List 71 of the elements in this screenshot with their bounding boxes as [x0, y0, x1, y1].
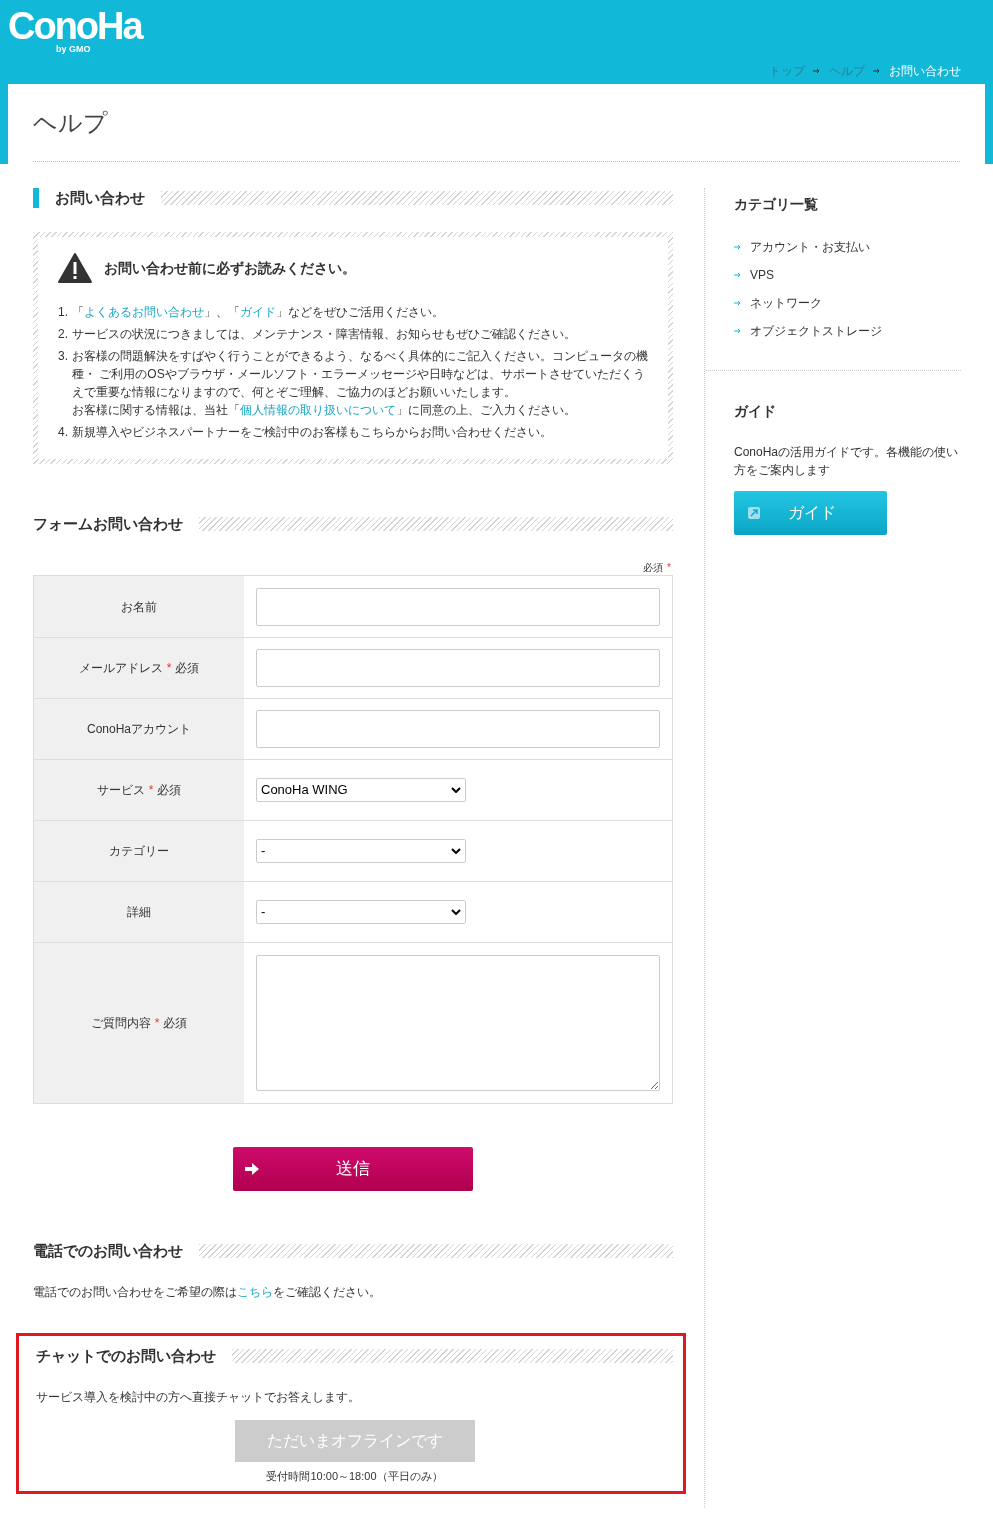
- category-link[interactable]: ネットワーク: [750, 294, 822, 312]
- field-label: メールアドレス: [78, 660, 163, 677]
- required-mark: *: [667, 561, 671, 575]
- arrow-icon: [734, 328, 742, 334]
- section-heading: 電話でのお問い合わせ: [33, 1240, 183, 1261]
- field-label: サービス: [96, 782, 145, 799]
- breadcrumb-link[interactable]: ヘルプ: [829, 62, 865, 80]
- required-label: 必須: [175, 660, 200, 677]
- required-label: 必須: [163, 1015, 188, 1032]
- field-label: ConoHaアカウント: [87, 721, 191, 738]
- text-field[interactable]: [256, 710, 660, 748]
- notice-title: お問い合わせ前に必ずお読みください。: [104, 258, 356, 278]
- phone-text: 電話でのお問い合わせをご希望の際はこちら をご確認ください。: [33, 1284, 382, 1301]
- breadcrumb-link[interactable]: お問い合わせ: [889, 62, 961, 80]
- section-heading: お問い合わせ: [55, 187, 145, 208]
- dropdown[interactable]: -: [256, 839, 466, 863]
- category-link[interactable]: VPS: [750, 266, 774, 284]
- chevron-down-icon: [451, 787, 461, 793]
- notice-text: お客様に関する情報は、当社「個人情報の取り扱いについて」に同意の上、ご入力ください。: [72, 402, 577, 419]
- section-heading: チャットでのお問い合わせ: [36, 1345, 216, 1366]
- text-area[interactable]: [256, 955, 660, 1091]
- notice-text: 「よくあるお問い合わせ」、「ガイド」などをぜひご活用ください。: [72, 304, 444, 321]
- arrow-right-icon: [245, 1163, 259, 1175]
- required-mark: *: [154, 1015, 160, 1032]
- chevron-down-icon: [451, 909, 461, 915]
- chevron-down-icon: [451, 848, 461, 854]
- arrow-icon: [813, 68, 821, 74]
- required-note: 必須: [643, 561, 664, 575]
- field-label: 詳細: [127, 904, 151, 921]
- text-field[interactable]: [256, 587, 660, 626]
- text-link[interactable]: ガイド: [240, 305, 276, 319]
- heading-bar: [33, 188, 39, 208]
- notice-text: サービスの状況につきましては、メンテナンス・障害情報、お知らせもぜひご確認ください。: [72, 326, 576, 343]
- guide-text: ConoHaの活用ガイドです。各機能の使い方をご案内します: [734, 444, 960, 479]
- dropdown[interactable]: ConoHa WING: [256, 778, 466, 802]
- guide-button[interactable]: ガイド: [734, 491, 887, 535]
- text-link[interactable]: よくあるお問い合わせ: [84, 305, 204, 319]
- category-link[interactable]: アカウント・お支払い: [750, 238, 870, 256]
- arrow-icon: [873, 68, 881, 74]
- text-field[interactable]: [256, 649, 660, 687]
- notice-text: 新規導入やビジネスパートナーをご検討中のお客様もこちらからお問い合わせください。: [72, 424, 552, 441]
- notice-text: お客様の問題解決をすばやく行うことができるよう、なるべく具体的にご記入ください。コンピュータの機種・ ご利用のOSやブラウザ・メールソフト・エラーメッセージや日時などは、サポートさせていただくうえで重要な情報になりますので、何とぞご理解、ご協力のほどお願いいたします。: [72, 348, 648, 401]
- text-link[interactable]: こちら: [237, 1285, 273, 1299]
- field-label: ご質問内容: [90, 1015, 151, 1032]
- chat-text: サービス導入を検討中の方へ直接チャットでお答えします。: [36, 1389, 361, 1406]
- dropdown[interactable]: -: [256, 900, 466, 924]
- logo[interactable]: ConoHa: [8, 8, 142, 44]
- field-label: カテゴリー: [109, 843, 169, 860]
- logo-subtitle: by GMO: [56, 44, 91, 54]
- arrow-icon: [734, 272, 742, 278]
- sidebar-heading: ガイド: [734, 403, 776, 419]
- arrow-icon: [734, 300, 742, 306]
- field-label: お名前: [121, 598, 157, 616]
- section-heading: フォームお問い合わせ: [33, 513, 183, 534]
- category-link[interactable]: オブジェクトストレージ: [750, 322, 882, 340]
- page-title: ヘルプ: [33, 107, 108, 138]
- list-number: 1.: [58, 304, 69, 321]
- warning-icon: [58, 253, 92, 283]
- breadcrumb-link[interactable]: トップ: [769, 62, 805, 80]
- submit-button[interactable]: 送信: [233, 1147, 473, 1191]
- hours-text: 受付時間10:00～18:00（平日のみ）: [266, 1469, 443, 1484]
- required-label: 必須: [157, 782, 182, 799]
- list-number: 4.: [58, 424, 69, 441]
- link-icon: [748, 507, 760, 519]
- list-number: 3.: [58, 348, 69, 365]
- required-mark: *: [148, 782, 154, 799]
- arrow-icon: [734, 244, 742, 250]
- text-link[interactable]: 個人情報の取り扱いについて: [240, 403, 396, 417]
- required-mark: *: [166, 660, 172, 677]
- list-number: 2.: [58, 326, 69, 343]
- sidebar-heading: カテゴリ一覧: [734, 196, 818, 212]
